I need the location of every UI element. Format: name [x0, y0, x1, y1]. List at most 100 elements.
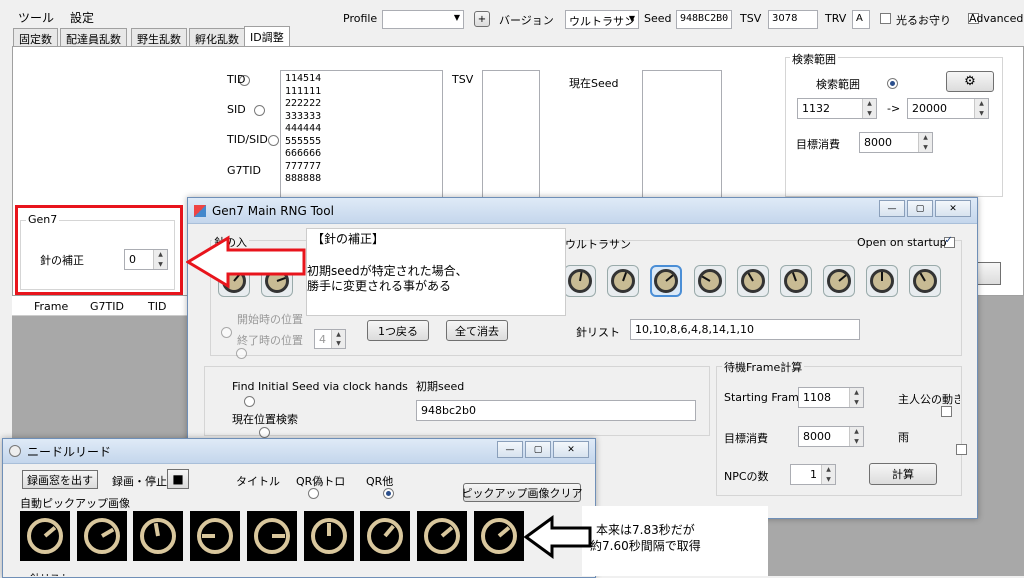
- clock-hand: [497, 526, 510, 538]
- starting-frame-label: Starting Frame: [724, 391, 806, 404]
- maximize-button[interactable]: ▢: [525, 441, 551, 458]
- tidsid-label: TID/SID: [227, 133, 268, 146]
- sid-radio[interactable]: [253, 105, 265, 116]
- initial-seed-input[interactable]: 948bc2b0: [416, 400, 696, 421]
- clock-hand-button[interactable]: [823, 265, 855, 297]
- spinner-icon[interactable]: ▲ ▼: [862, 99, 876, 118]
- tab-egg[interactable]: 孵化乱数: [189, 28, 245, 47]
- menu-tool[interactable]: ツール: [18, 9, 54, 26]
- close-button[interactable]: ✕: [553, 441, 589, 458]
- record-window-button[interactable]: 録画窓を出す: [22, 470, 98, 489]
- maximize-icon: ▢: [915, 203, 925, 214]
- advanced-label: Advanced: [969, 12, 1024, 25]
- gear-icon: ⚙: [964, 74, 976, 89]
- clock-hand-button[interactable]: [866, 265, 898, 297]
- stop-button[interactable]: ■: [167, 469, 189, 489]
- search-button[interactable]: [975, 262, 1001, 285]
- clock-hand-button[interactable]: [737, 265, 769, 297]
- clear-pickup-button[interactable]: ピックアップ画像クリア: [462, 483, 583, 502]
- needle-reader-title: ニードルリード: [27, 444, 112, 459]
- clear-all-button[interactable]: 全て消去: [446, 320, 508, 341]
- needle-list-input[interactable]: 10,10,8,6,4,8,14,1,10: [630, 319, 860, 340]
- clock-icon: [197, 518, 234, 554]
- clock-hand: [202, 534, 216, 538]
- tsv-input[interactable]: 3078: [768, 10, 818, 29]
- current-search-radio[interactable]: [258, 427, 270, 438]
- tidsid-radio[interactable]: [268, 135, 279, 146]
- clock-icon: [698, 269, 722, 293]
- tab-fixed[interactable]: 固定数: [13, 28, 58, 47]
- target-consume-input[interactable]: 8000 ▲ ▼: [859, 132, 933, 153]
- range-from-input[interactable]: 1132 ▲ ▼: [797, 98, 877, 119]
- frame-target-input[interactable]: 8000 ▲ ▼: [798, 426, 864, 447]
- pickup-image: [76, 511, 127, 561]
- current-seed-list[interactable]: [642, 70, 722, 198]
- end-pos-input[interactable]: 4 ▲ ▼: [314, 329, 346, 349]
- clock-hand: [43, 526, 57, 538]
- initial-seed-label: 初期seed: [416, 380, 465, 393]
- spinner-icon[interactable]: ▲ ▼: [849, 388, 863, 407]
- find-seed-radio[interactable]: [244, 396, 255, 407]
- clock-hand: [326, 523, 331, 536]
- gear-button[interactable]: ⚙: [946, 71, 994, 92]
- spinner-icon[interactable]: ▲ ▼: [918, 133, 932, 152]
- tsv-list[interactable]: [482, 70, 540, 198]
- calc-button[interactable]: 計算: [869, 463, 937, 485]
- tsv-label: TSV: [740, 12, 762, 25]
- chevron-down-icon: ▼: [453, 13, 460, 22]
- pickup-image: [133, 511, 184, 561]
- range-to-value: 20000: [912, 102, 947, 115]
- annotation2-line1: 本来は7.83秒だが: [596, 523, 695, 537]
- title-radio-label: タイトル: [236, 475, 280, 488]
- clock-icon: [827, 269, 851, 293]
- title-radio[interactable]: [308, 488, 319, 499]
- minimize-button[interactable]: —: [879, 200, 905, 217]
- header-g7tid[interactable]: G7TID: [90, 300, 124, 313]
- spinner-icon[interactable]: ▲ ▼: [821, 465, 835, 484]
- range-to-input[interactable]: 20000 ▲ ▼: [907, 98, 989, 119]
- spinner-icon[interactable]: ▲ ▼: [331, 330, 345, 348]
- header-frame[interactable]: Frame: [34, 300, 68, 313]
- clock-hand-button[interactable]: [650, 265, 682, 297]
- menu-settings[interactable]: 設定: [70, 9, 94, 26]
- rain-checkbox[interactable]: [955, 444, 967, 455]
- tab-id[interactable]: ID調整: [244, 26, 290, 47]
- minimize-button[interactable]: —: [497, 441, 523, 458]
- clock-hand-button[interactable]: [780, 265, 812, 297]
- profile-select[interactable]: ▼: [382, 10, 464, 29]
- list-item: 444444: [285, 123, 322, 134]
- version-value: ウルトラサン: [569, 15, 635, 28]
- clock-hand-button[interactable]: [694, 265, 726, 297]
- header-tid[interactable]: TID: [148, 300, 166, 313]
- clock-hand-button[interactable]: [607, 265, 639, 297]
- protagonist-checkbox[interactable]: [941, 406, 952, 417]
- clock-hand-button[interactable]: [909, 265, 941, 297]
- start-pos-radio[interactable]: [221, 327, 232, 338]
- minimize-icon: —: [887, 203, 897, 214]
- trv-input[interactable]: A: [852, 10, 870, 29]
- qr-fake-radio[interactable]: [382, 488, 394, 499]
- arrow-left-icon: [186, 235, 306, 289]
- seed-input[interactable]: 948BC2B0: [676, 10, 732, 29]
- clock-icon: [423, 518, 460, 554]
- clock-hand-button[interactable]: [564, 265, 596, 297]
- maximize-button[interactable]: ▢: [907, 200, 933, 217]
- back-button[interactable]: 1つ戻る: [367, 320, 429, 341]
- version-select[interactable]: ウルトラサン ▼: [565, 10, 639, 29]
- charm-checkbox[interactable]: [880, 13, 891, 24]
- rain-label: 雨: [898, 431, 909, 444]
- spinner-icon[interactable]: ▲ ▼: [974, 99, 988, 118]
- target-consume-label: 目標消費: [796, 138, 840, 151]
- id-list-textarea[interactable]: 114514 111111 222222 333333 444444 55555…: [280, 70, 443, 198]
- add-profile-button[interactable]: +: [474, 11, 490, 27]
- starting-frame-input[interactable]: 1108 ▲ ▼: [798, 387, 864, 408]
- npc-input[interactable]: 1 ▲ ▼: [790, 464, 836, 485]
- qr-other-label: QR他: [366, 475, 394, 488]
- close-button[interactable]: ✕: [935, 200, 971, 217]
- tab-delivery[interactable]: 配達員乱数: [60, 28, 127, 47]
- end-pos-radio[interactable]: [235, 348, 247, 359]
- tab-wild[interactable]: 野生乱数: [131, 28, 187, 47]
- search-range-radio[interactable]: [887, 78, 898, 89]
- spinner-icon[interactable]: ▲ ▼: [849, 427, 863, 446]
- clock-hand: [881, 272, 883, 281]
